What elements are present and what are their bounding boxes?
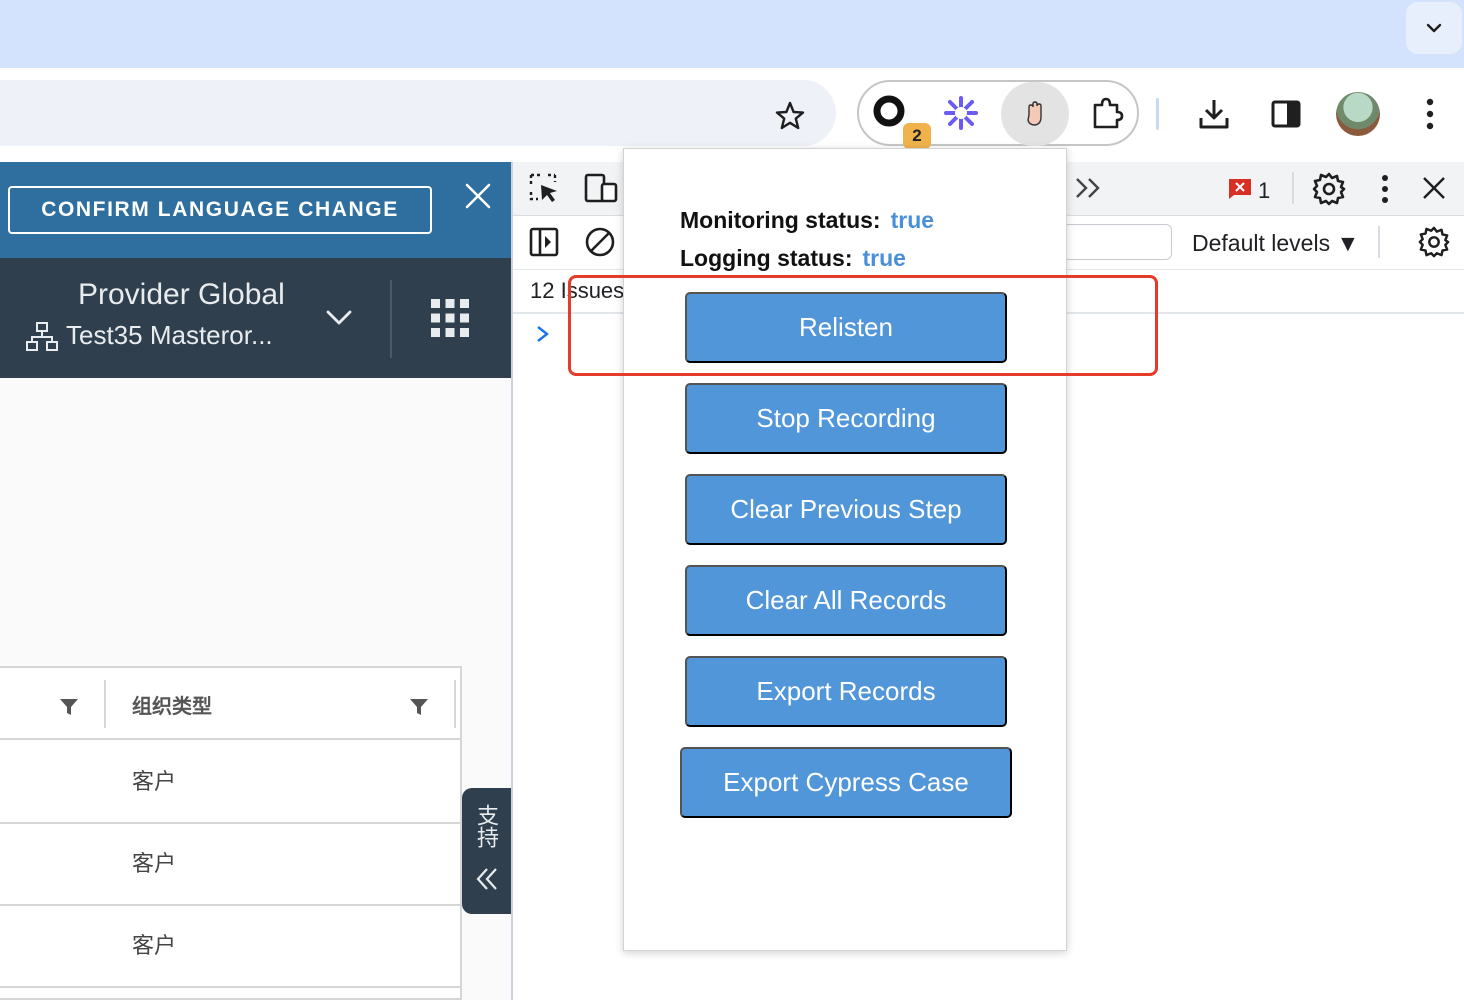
table-cell: 客户 [132, 934, 177, 959]
issues-count[interactable]: 12 Issues [530, 278, 624, 304]
error-icon[interactable] [1228, 178, 1252, 200]
logging-status: Logging status: true [680, 245, 906, 272]
table-cell: 客户 [132, 770, 177, 795]
download-icon [1199, 100, 1229, 129]
log-levels-dropdown[interactable]: Default levels ▼ [1192, 230, 1359, 257]
hand-icon [1027, 101, 1042, 126]
more-vert-icon [1426, 98, 1434, 130]
clear-all-records-button[interactable]: Clear All Records [685, 565, 1007, 636]
monitoring-status: Monitoring status: true [680, 207, 934, 234]
table-row[interactable]: 客户 [0, 906, 460, 988]
sparkle-icon [944, 96, 978, 130]
logging-status-label: Logging status: [680, 245, 853, 271]
devtools-separator [1292, 172, 1294, 204]
devtools-more-icon[interactable] [1380, 174, 1390, 204]
alert-close-button[interactable] [460, 178, 496, 214]
chrome-menu-button[interactable] [1414, 94, 1446, 134]
double-chevron-left-icon [476, 868, 497, 890]
org-name: Test35 Masteror... [66, 320, 273, 350]
devtools-separator [1378, 226, 1380, 258]
filter-icon[interactable] [409, 698, 429, 716]
org-switcher-chevron-icon[interactable] [322, 300, 356, 334]
console-prompt-chevron-icon [537, 326, 549, 342]
monitoring-status-label: Monitoring status: [680, 207, 881, 233]
clear-previous-step-button[interactable]: Clear Previous Step [685, 474, 1007, 545]
export-records-button[interactable]: Export Records [685, 656, 1007, 727]
provider-name: Provider Global [78, 278, 285, 311]
extension-recorder-button[interactable]: 2 [869, 91, 931, 149]
extensions-group: 2 [857, 80, 1139, 149]
tab-strip [0, 0, 1464, 68]
console-settings-gear-icon[interactable] [1418, 226, 1450, 258]
table-row[interactable]: 客户 [0, 742, 460, 824]
bookmark-star-button[interactable] [770, 96, 810, 136]
app-grid-icon[interactable] [430, 298, 470, 338]
chevron-down-icon [1426, 23, 1442, 33]
address-bar[interactable] [0, 80, 836, 146]
column-separator [454, 680, 456, 728]
monitoring-status-value: true [890, 207, 935, 233]
table-cell: 客户 [132, 852, 177, 877]
clear-console-icon[interactable] [584, 226, 616, 258]
star-icon [775, 101, 805, 130]
side-panel-icon [1271, 100, 1301, 128]
downloads-button[interactable] [1194, 94, 1234, 134]
stop-recording-button[interactable]: Stop Recording [685, 383, 1007, 454]
console-filter-input[interactable] [1062, 224, 1172, 260]
support-tab[interactable]: 支持 [462, 788, 511, 914]
column-separator [104, 680, 106, 728]
error-count[interactable]: 1 [1258, 178, 1270, 204]
header-divider [390, 280, 392, 358]
tab-search-button[interactable] [1406, 2, 1462, 54]
confirm-language-change-button[interactable]: CONFIRM LANGUAGE CHANGE [8, 186, 432, 234]
extension-active-button[interactable] [1001, 82, 1069, 146]
relisten-button[interactable]: Relisten [685, 292, 1007, 363]
device-toolbar-icon[interactable] [584, 172, 618, 204]
profile-avatar[interactable] [1336, 92, 1380, 136]
more-tabs-chevron-icon[interactable] [1074, 176, 1102, 200]
puzzle-icon [1093, 97, 1124, 129]
inspect-element-icon[interactable] [528, 172, 560, 204]
side-panel-button[interactable] [1266, 94, 1306, 134]
extension-badge: 2 [903, 123, 931, 149]
column-header-org-type[interactable]: 组织类型 [132, 690, 212, 719]
org-hierarchy-icon [26, 322, 58, 351]
table-row[interactable]: 客户 [0, 824, 460, 906]
devtools-close-icon[interactable] [1422, 176, 1446, 200]
support-label: 支持 [473, 804, 498, 848]
close-icon [465, 183, 491, 209]
toolbar-separator [1156, 98, 1159, 130]
sidebar-toggle-icon[interactable] [528, 226, 560, 258]
extensions-menu-button[interactable] [1085, 91, 1129, 135]
filter-icon[interactable] [59, 698, 79, 716]
settings-gear-icon[interactable] [1312, 172, 1346, 206]
logging-status-value: true [862, 245, 906, 271]
export-cypress-case-button[interactable]: Export Cypress Case [680, 747, 1012, 818]
extension-sparkle-button[interactable] [939, 91, 983, 135]
